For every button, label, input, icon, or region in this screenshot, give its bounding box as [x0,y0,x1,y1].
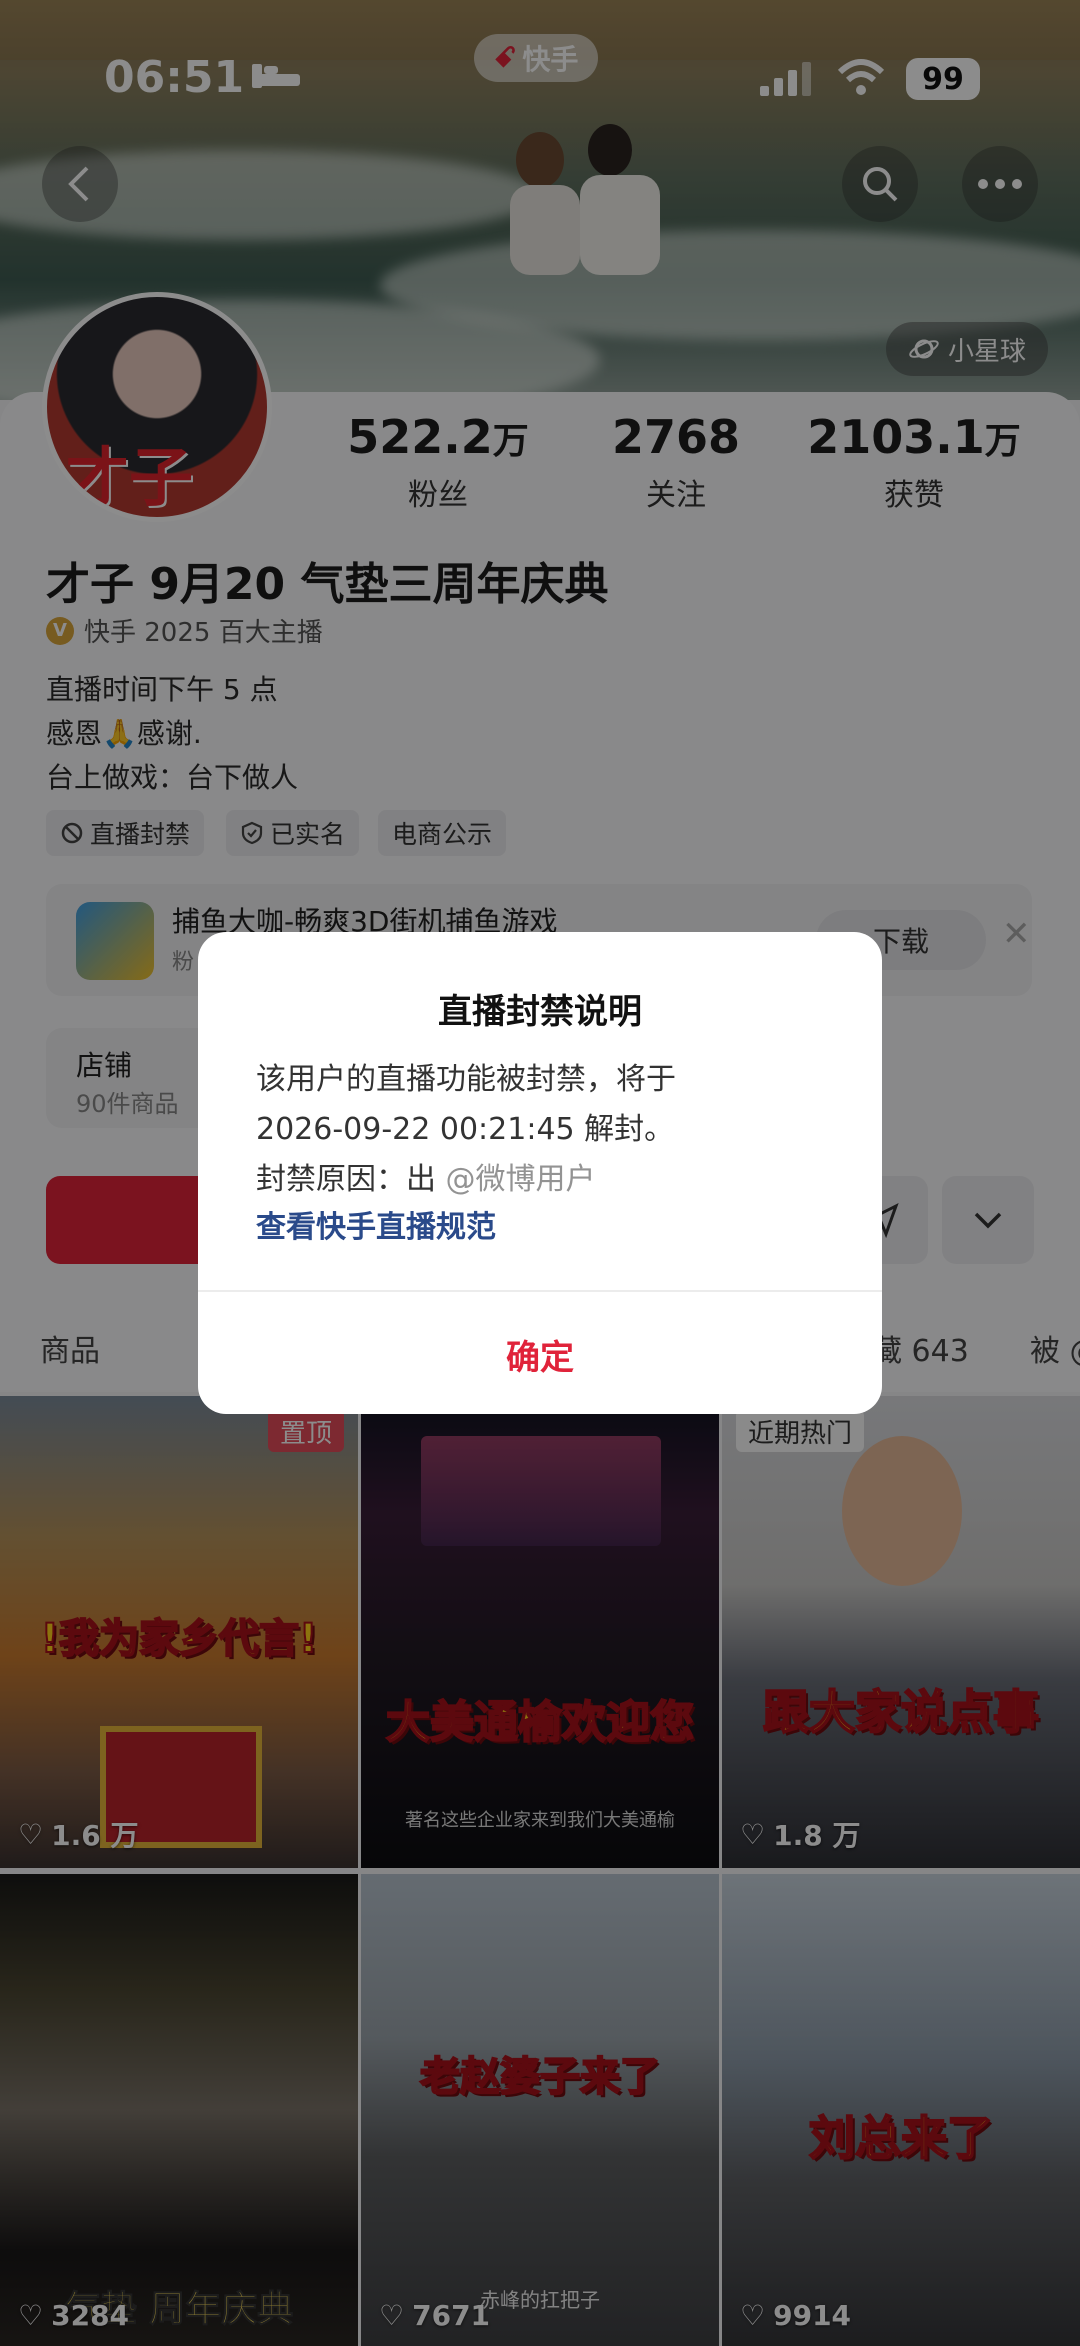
dialog-title: 直播封禁说明 [438,992,642,1032]
dialog-message-line-2: 2026-09-22 00:21:45 解封。 [256,1112,675,1147]
ban-notice-dialog: 直播封禁说明 该用户的直播功能被封禁，将于 2026-09-22 00:21:4… [198,932,882,1414]
dialog-message-line-1: 该用户的直播功能被封禁，将于 [256,1062,676,1097]
dialog-ban-reason: 封禁原因：出 [256,1162,436,1197]
confirm-button[interactable]: 确定 [198,1294,882,1414]
weibo-watermark: @微博用户 [445,1162,596,1197]
dialog-divider [198,1290,882,1292]
live-rules-link[interactable]: 查看快手直播规范 [256,1210,496,1245]
